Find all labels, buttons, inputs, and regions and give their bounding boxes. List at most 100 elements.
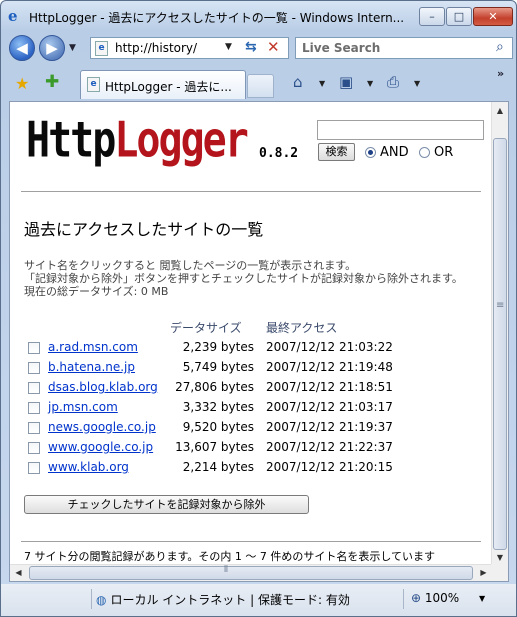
scroll-grip-icon: ≡ — [496, 300, 505, 311]
site-row: jp.msn.com 3,332 bytes 2007/12/12 21:03:… — [10, 398, 492, 418]
refresh-icon[interactable]: ⇆ — [245, 39, 257, 55]
zoom-text: 100% — [424, 591, 460, 605]
or-radio-label[interactable]: OR — [434, 145, 453, 160]
feeds-dropdown-icon[interactable]: ▼ — [367, 79, 373, 88]
scroll-right-icon[interactable]: ▶ — [475, 565, 492, 581]
maximize-button[interactable]: □ — [446, 7, 472, 26]
keyword-search-input[interactable] — [317, 120, 484, 140]
site-checkbox[interactable] — [28, 362, 40, 374]
close-window-button[interactable]: ✕ — [473, 7, 513, 26]
zoom-icon: ⊕ — [411, 591, 422, 605]
tab-page-icon: e — [87, 77, 100, 92]
site-link[interactable]: a.rad.msn.com — [48, 340, 138, 354]
site-checkbox[interactable] — [28, 462, 40, 474]
exclude-checked-button[interactable]: チェックしたサイトを記録対象から除外 — [24, 495, 309, 514]
site-last-access: 2007/12/12 21:19:37 — [266, 420, 393, 434]
site-size: 9,520 bytes — [182, 420, 254, 434]
site-checkbox[interactable] — [28, 382, 40, 394]
tab-httplogger[interactable]: e HttpLogger - 過去に... — [80, 70, 246, 99]
stop-icon[interactable]: ✕ — [267, 38, 280, 56]
more-commands-chevron-icon[interactable]: » — [497, 67, 504, 80]
security-zone[interactable]: ◍ ローカル イントラネット | 保護モード: 有効 — [96, 591, 350, 608]
scroll-up-icon[interactable]: ▲ — [492, 102, 508, 119]
address-dropdown-icon[interactable]: ▼ — [225, 42, 232, 52]
site-size: 3,332 bytes — [182, 400, 254, 414]
and-radio[interactable] — [365, 147, 376, 158]
window-title: HttpLogger - 過去にアクセスしたサイトの一覧 - Windows I… — [29, 11, 405, 25]
site-link[interactable]: b.hatena.ne.jp — [48, 360, 135, 374]
address-bar[interactable]: e http://history/ ▼ ⇆ ✕ — [90, 37, 289, 59]
description-line: サイト名をクリックすると 閲覧したページの一覧が表示されます。 — [24, 259, 357, 272]
ie-logo-icon: e — [8, 7, 18, 25]
scroll-left-icon[interactable]: ◀ — [10, 565, 27, 581]
site-row: www.klab.org 2,214 bytes 2007/12/12 21:2… — [10, 458, 492, 478]
new-tab-button[interactable] — [247, 74, 274, 98]
search-button[interactable]: 検索 — [318, 143, 355, 161]
home-icon[interactable]: ⌂ — [293, 73, 303, 91]
back-button[interactable]: ◀ — [9, 35, 35, 61]
title-bar: e HttpLogger - 過去にアクセスしたサイトの一覧 - Windows… — [1, 1, 516, 31]
status-bar: ◍ ローカル イントラネット | 保護モード: 有効 ⊕ 100% ▼ — [1, 584, 516, 616]
site-row: b.hatena.ne.jp 5,749 bytes 2007/12/12 21… — [10, 358, 492, 378]
vertical-scrollbar[interactable]: ▲ ≡ ▼ — [491, 102, 508, 566]
hscroll-grip-icon: ⦀ — [224, 565, 228, 575]
zoom-level[interactable]: ⊕ 100% — [411, 591, 459, 605]
address-url[interactable]: http://history/ — [115, 41, 197, 55]
print-icon[interactable]: ⎙ — [387, 73, 399, 91]
and-radio-label[interactable]: AND — [380, 145, 409, 160]
site-row: www.google.co.jp 13,607 bytes 2007/12/12… — [10, 438, 492, 458]
site-checkbox[interactable] — [28, 342, 40, 354]
zoom-dropdown-icon[interactable]: ▼ — [479, 594, 485, 603]
site-link[interactable]: dsas.blog.klab.org — [48, 380, 158, 394]
tab-bar: ★ ✚ e HttpLogger - 過去に... ⌂ ▼ ▣ ▼ ⎙ ▼ » — [1, 65, 516, 101]
favorites-star-icon[interactable]: ★ — [15, 74, 29, 93]
add-favorites-icon[interactable]: ✚ — [45, 72, 59, 92]
forward-button[interactable]: ▶ — [39, 35, 65, 61]
site-last-access: 2007/12/12 21:22:37 — [266, 440, 393, 454]
site-link[interactable]: www.google.co.jp — [48, 440, 153, 454]
feeds-icon[interactable]: ▣ — [339, 73, 353, 91]
record-count-text: 7 サイト分の閲覧記録があります。その内 1 〜 7 件めのサイト名を表示してい… — [24, 550, 436, 563]
divider-bottom — [21, 541, 481, 542]
site-last-access: 2007/12/12 21:19:48 — [266, 360, 393, 374]
page-content: HttpLogger 0.8.2 検索 AND OR 過去にアクセスしたサイトの… — [10, 102, 492, 566]
tab-label: HttpLogger - 過去に... — [105, 80, 232, 94]
print-dropdown-icon[interactable]: ▼ — [414, 79, 420, 88]
site-checkbox[interactable] — [28, 402, 40, 414]
site-link[interactable]: jp.msn.com — [48, 400, 118, 414]
site-last-access: 2007/12/12 21:18:51 — [266, 380, 393, 394]
status-separator — [91, 589, 92, 609]
description-line: 「記録対象から除外」ボタンを押すとチェックしたサイトが記録対象から除外されます。 — [24, 272, 463, 285]
scroll-corner — [491, 564, 508, 581]
or-radio[interactable] — [419, 147, 430, 158]
page-title: 過去にアクセスしたサイトの一覧 — [24, 220, 264, 239]
site-last-access: 2007/12/12 21:03:22 — [266, 340, 393, 354]
column-header-last-access: 最終アクセス — [266, 321, 338, 335]
minimize-button[interactable]: – — [419, 7, 445, 26]
home-dropdown-icon[interactable]: ▼ — [319, 79, 325, 88]
horizontal-scrollbar[interactable]: ◀ ⦀ ▶ — [10, 564, 492, 581]
site-link[interactable]: www.klab.org — [48, 460, 129, 474]
vertical-scroll-thumb[interactable] — [493, 138, 507, 550]
status-separator — [403, 589, 404, 609]
page-viewport: HttpLogger 0.8.2 検索 AND OR 過去にアクセスしたサイトの… — [9, 101, 509, 582]
live-search-box[interactable]: Live Search ⌕ — [295, 37, 513, 59]
logo-black-text: Http — [26, 112, 116, 169]
site-size: 5,749 bytes — [182, 360, 254, 374]
navigation-bar: ◀ ▶ ▼ e http://history/ ▼ ⇆ ✕ Live Searc… — [1, 32, 516, 64]
version-label: 0.8.2 — [259, 146, 299, 161]
divider-top — [21, 191, 481, 192]
site-checkbox[interactable] — [28, 442, 40, 454]
httplogger-logo: HttpLogger — [26, 116, 249, 165]
horizontal-scroll-thumb[interactable] — [29, 566, 473, 580]
column-header-size: データサイズ — [170, 321, 242, 335]
site-checkbox[interactable] — [28, 422, 40, 434]
total-size-line: 現在の総データサイズ: 0 MB — [24, 285, 169, 298]
description: サイト名をクリックすると 閲覧したページの一覧が表示されます。 「記録対象から除… — [24, 259, 463, 298]
site-link[interactable]: news.google.co.jp — [48, 420, 156, 434]
search-icon[interactable]: ⌕ — [496, 39, 504, 55]
site-last-access: 2007/12/12 21:03:17 — [266, 400, 393, 414]
recent-pages-dropdown-icon[interactable]: ▼ — [69, 43, 76, 53]
search-placeholder[interactable]: Live Search — [302, 41, 380, 55]
site-row: dsas.blog.klab.org 27,806 bytes 2007/12/… — [10, 378, 492, 398]
